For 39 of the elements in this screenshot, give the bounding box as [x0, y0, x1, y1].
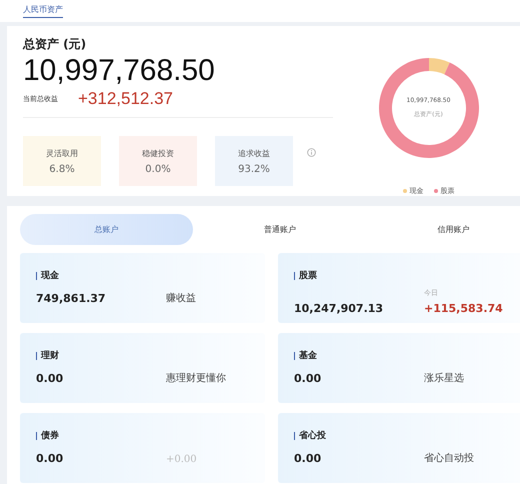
allocation-label: 灵活取用: [46, 148, 78, 158]
account-tab[interactable]: 信用账户: [366, 214, 520, 245]
asset-tab[interactable]: 人民币资产: [23, 4, 63, 18]
account-title: 股票: [299, 270, 317, 282]
allocation-value: 0.0%: [145, 164, 171, 174]
account-note: 省心自动投: [424, 452, 474, 465]
account-card[interactable]: 债券 0.00 +0.00: [20, 413, 265, 483]
info-icon[interactable]: [307, 148, 316, 157]
account-value: 0.00: [294, 371, 322, 385]
legend-dot: [402, 189, 406, 193]
today-profit: +115,583.74: [424, 302, 503, 315]
account-card[interactable]: 基金 0.00 涨乐星选: [278, 333, 520, 403]
account-title: 理财: [41, 349, 59, 362]
allocation-value: 93.2%: [238, 164, 270, 174]
account-value: 10,247,907.13: [294, 301, 384, 315]
total-assets-label: 总资产 (元): [23, 36, 88, 53]
account-title: 基金: [299, 349, 317, 362]
allocation-label: 追求收益: [238, 148, 270, 158]
account-tab[interactable]: 普通账户: [193, 214, 367, 245]
account-title: 省心投: [299, 429, 326, 442]
account-title: 债券: [41, 429, 59, 442]
account-note: 涨乐星选: [424, 372, 464, 385]
account-value: 0.00: [36, 371, 64, 385]
total-assets-value: 10,997,768.50: [23, 53, 216, 89]
account-note: 赚收益: [166, 292, 196, 305]
legend-dot: [434, 189, 438, 193]
account-value: 0.00: [36, 451, 64, 465]
account-value: 0.00: [294, 451, 322, 465]
account-note: +0.00: [166, 454, 197, 465]
allocation-label: 稳健投资: [142, 148, 174, 158]
account-value: 749,861.37: [36, 291, 107, 305]
account-card[interactable]: 现金 749,861.37 赚收益: [20, 253, 265, 323]
account-card[interactable]: 理财 0.00 惠理财更懂你: [20, 333, 265, 403]
account-note: 惠理财更懂你: [166, 372, 226, 385]
profit-value: +312,512.37: [78, 89, 174, 109]
account-title: 现金: [41, 270, 59, 282]
account-card[interactable]: 省心投 0.00 省心自动投: [278, 413, 520, 483]
account-tab[interactable]: 总账户: [20, 214, 194, 245]
allocation-value: 6.8%: [49, 164, 75, 174]
